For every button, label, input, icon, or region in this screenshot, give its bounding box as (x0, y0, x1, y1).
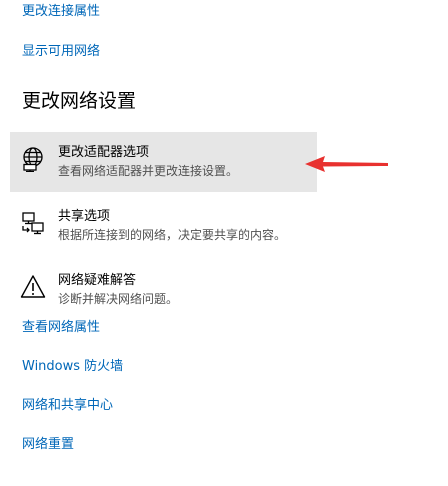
option-description: 根据所连接到的网络，决定要共享的内容。 (58, 228, 287, 242)
network-adapter-icon (23, 147, 43, 172)
warning-icon (20, 275, 46, 298)
view-network-properties-link[interactable]: 查看网络属性 (22, 320, 100, 336)
sharing-options-button[interactable]: 共享选项 根据所连接到的网络，决定要共享的内容。 (10, 196, 317, 256)
sharing-icon (22, 212, 44, 235)
network-reset-link[interactable]: 网络重置 (22, 437, 74, 453)
option-title: 共享选项 (58, 209, 111, 224)
option-title: 网络疑难解答 (58, 273, 137, 288)
annotation-arrow-icon (305, 156, 388, 172)
option-description: 查看网络适配器并更改连接设置。 (58, 164, 239, 178)
network-sharing-center-link[interactable]: 网络和共享中心 (22, 398, 113, 414)
section-heading: 更改网络设置 (22, 90, 137, 112)
option-description: 诊断并解决网络问题。 (58, 292, 179, 306)
option-title: 更改适配器选项 (58, 145, 150, 160)
change-adapter-options-button[interactable]: 更改适配器选项 查看网络适配器并更改连接设置。 (10, 132, 317, 192)
change-connection-properties-link[interactable]: 更改连接属性 (22, 4, 100, 20)
show-available-networks-link[interactable]: 显示可用网络 (22, 44, 100, 60)
windows-firewall-link[interactable]: Windows 防火墙 (22, 359, 123, 375)
network-troubleshooter-button[interactable]: 网络疑难解答 诊断并解决网络问题。 (10, 260, 317, 320)
